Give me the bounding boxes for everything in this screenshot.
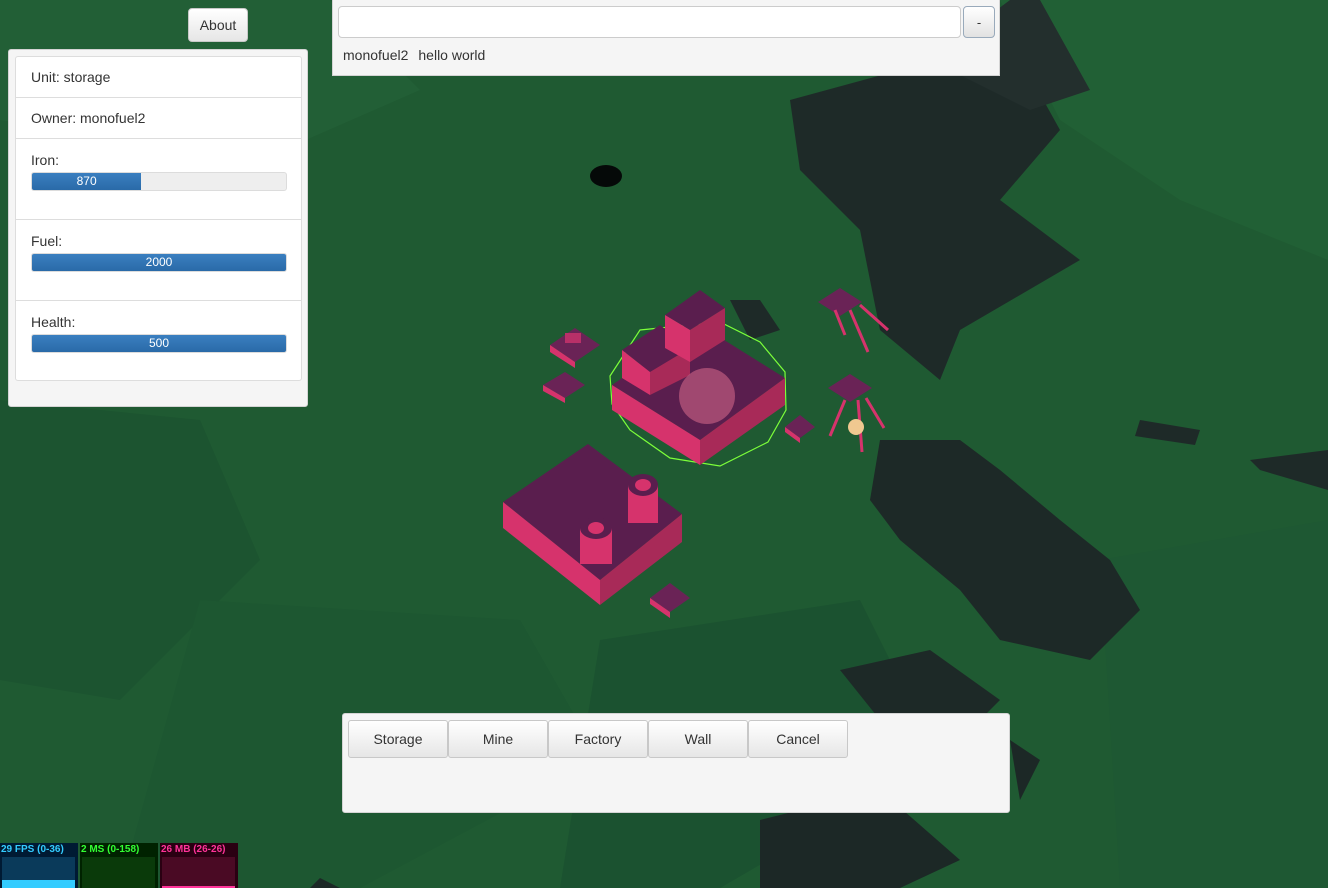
cancel-button[interactable]: Cancel <box>748 720 848 758</box>
build-storage-button[interactable]: Storage <box>348 720 448 758</box>
build-action-bar: Storage Mine Factory Wall Cancel <box>342 713 1010 813</box>
chat-message-user: monofuel2 <box>343 47 409 63</box>
memory-stat-label: 26 MB (26-26) <box>161 844 226 855</box>
ms-stat-panel[interactable]: 2 MS (0-158) <box>80 843 158 888</box>
unit-info-panel: Unit: storage Owner: monofuel2 Iron: 870… <box>8 49 308 407</box>
unit-info-list: Unit: storage Owner: monofuel2 Iron: 870… <box>15 56 302 381</box>
build-factory-button[interactable]: Factory <box>548 720 648 758</box>
build-wall-button[interactable]: Wall <box>648 720 748 758</box>
health-label: Health: <box>31 314 76 330</box>
iron-label: Iron: <box>31 152 60 168</box>
fuel-value: 2000 <box>145 255 173 269</box>
iron-value: 870 <box>76 174 97 188</box>
chat-panel: - monofuel2 hello world <box>332 0 1000 76</box>
ms-stat-label: 2 MS (0-158) <box>81 844 140 855</box>
fuel-label: Fuel: <box>31 233 63 249</box>
fps-graph <box>2 857 75 888</box>
fuel-progress-bar: 2000 <box>31 253 287 272</box>
chat-message: monofuel2 hello world <box>343 47 495 63</box>
health-value: 500 <box>148 336 170 350</box>
build-mine-button[interactable]: Mine <box>448 720 548 758</box>
health-progress-bar: 500 <box>31 334 287 353</box>
unit-name: Unit: storage <box>16 57 301 98</box>
unit-owner: Owner: monofuel2 <box>16 98 301 139</box>
fuel-resource: Fuel: 2000 <box>16 220 301 301</box>
health-resource: Health: 500 <box>16 301 301 381</box>
chat-message-text: hello world <box>418 47 486 63</box>
ms-graph <box>82 857 155 888</box>
fps-stat-panel[interactable]: 29 FPS (0-36) <box>0 843 78 888</box>
memory-stat-panel[interactable]: 26 MB (26-26) <box>160 843 238 888</box>
memory-graph <box>162 857 235 888</box>
chat-input[interactable] <box>338 6 961 38</box>
about-button[interactable]: About <box>188 8 248 42</box>
chat-toggle-button[interactable]: - <box>963 6 995 38</box>
iron-progress-bar: 870 <box>31 172 287 191</box>
fps-stat-label: 29 FPS (0-36) <box>1 844 64 855</box>
iron-resource: Iron: 870 <box>16 139 301 220</box>
